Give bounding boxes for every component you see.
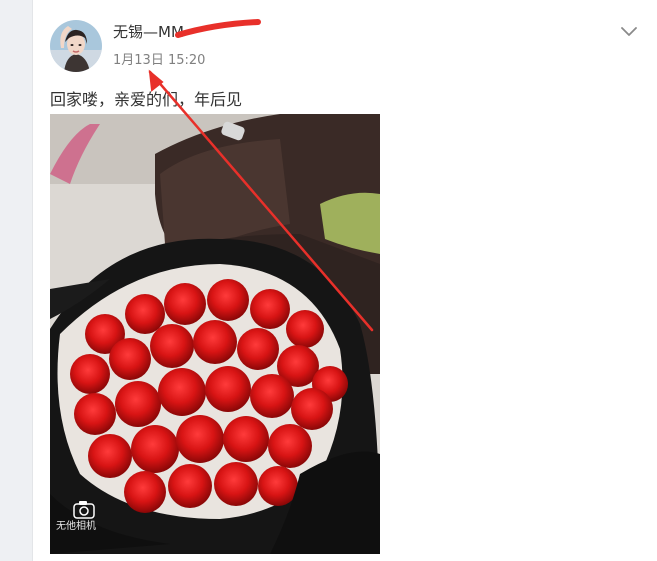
chevron-down-icon[interactable] xyxy=(618,20,640,42)
username[interactable]: 无锡—MM xyxy=(113,21,184,42)
post-photo[interactable] xyxy=(50,114,380,554)
post-timestamp[interactable]: 1月13日 15:20 xyxy=(113,49,205,68)
post-text: 回家喽，亲爱的们，年后见 xyxy=(50,90,243,109)
rose-bouquet-image xyxy=(50,114,380,554)
user-avatar[interactable] xyxy=(50,20,102,72)
watermark-text: 无他相机 xyxy=(56,521,96,532)
